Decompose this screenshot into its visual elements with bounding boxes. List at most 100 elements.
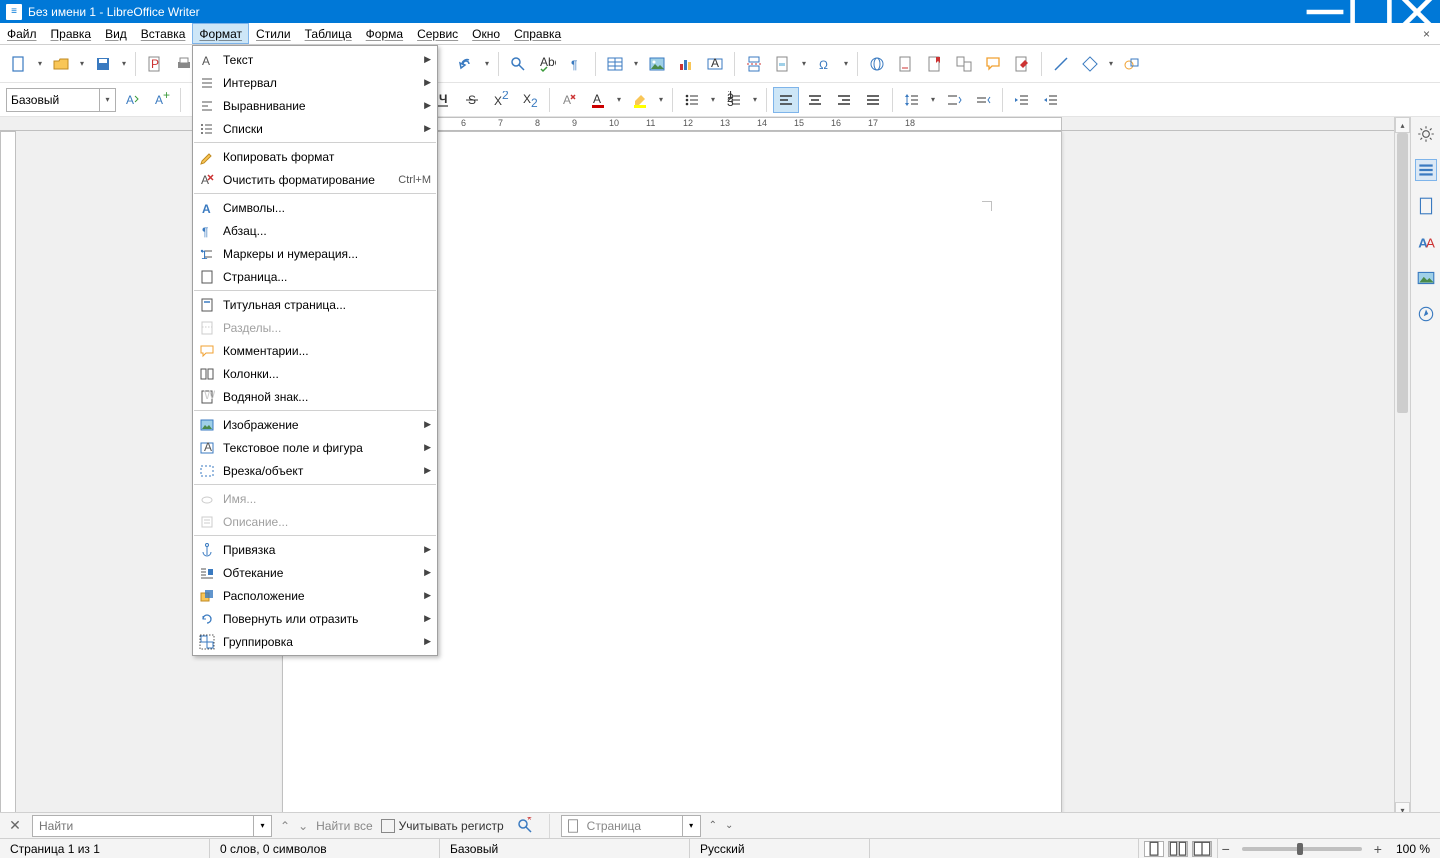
sidebar-navigator-icon[interactable]	[1415, 303, 1437, 325]
menuitem-bullets[interactable]: 1Маркеры и нумерация...	[193, 242, 437, 265]
match-case-checkbox[interactable]: Учитывать регистр	[381, 819, 504, 833]
menuitem-textbox[interactable]: AТекстовое поле и фигура▶	[193, 436, 437, 459]
status-insert[interactable]	[870, 839, 1139, 858]
page-break-icon[interactable]	[741, 51, 767, 77]
view-multi-icon[interactable]	[1168, 841, 1188, 857]
find-prev-icon[interactable]: ⌃	[280, 819, 290, 833]
decrease-indent-icon[interactable]	[1038, 87, 1064, 113]
paragraph-style-input[interactable]	[7, 89, 99, 111]
menu-окно[interactable]: Окно	[465, 23, 507, 44]
update-style-icon[interactable]: A	[119, 87, 145, 113]
table-icon[interactable]	[602, 51, 628, 77]
new-style-icon[interactable]: A+	[148, 87, 174, 113]
find-all-label[interactable]: Найти все	[316, 819, 373, 833]
menuitem-titlepage[interactable]: Титульная страница...	[193, 293, 437, 316]
scroll-thumb[interactable]	[1397, 133, 1408, 413]
status-words[interactable]: 0 слов, 0 символов	[210, 839, 440, 858]
undo-icon[interactable]	[453, 51, 479, 77]
footnote-icon[interactable]	[893, 51, 919, 77]
insert-field-icon[interactable]	[770, 51, 796, 77]
vertical-scrollbar[interactable]: ▴ ▾	[1394, 117, 1410, 818]
menuitem-arrange[interactable]: Расположение▶	[193, 584, 437, 607]
line-spacing-icon[interactable]	[899, 87, 925, 113]
menu-правка[interactable]: Правка	[44, 23, 99, 44]
insert-image-icon[interactable]	[644, 51, 670, 77]
align-center-icon[interactable]	[802, 87, 828, 113]
comment-icon[interactable]	[980, 51, 1006, 77]
decrease-spacing-icon[interactable]	[970, 87, 996, 113]
menu-формат[interactable]: Формат	[192, 23, 249, 44]
menuitem-character[interactable]: AСимволы...	[193, 196, 437, 219]
insert-chart-icon[interactable]	[673, 51, 699, 77]
sidebar-styles-icon[interactable]: AA	[1415, 231, 1437, 253]
sidebar-gallery-icon[interactable]	[1415, 267, 1437, 289]
bullet-dropdown[interactable]: ▾	[708, 95, 718, 104]
sidebar-properties-icon[interactable]	[1415, 159, 1437, 181]
navigate-input[interactable]	[581, 819, 682, 833]
number-dropdown[interactable]: ▾	[750, 95, 760, 104]
menuitem-anchor[interactable]: Привязка▶	[193, 538, 437, 561]
field-dropdown[interactable]: ▾	[799, 59, 809, 68]
find-next-icon[interactable]: ⌄	[298, 819, 308, 833]
basic-shapes-icon[interactable]	[1077, 51, 1103, 77]
new-icon[interactable]	[6, 51, 32, 77]
font-color-icon[interactable]: A	[585, 87, 611, 113]
insert-textbox-icon[interactable]: A	[702, 51, 728, 77]
draw-functions-icon[interactable]	[1119, 51, 1145, 77]
align-left-icon[interactable]	[773, 87, 799, 113]
save-dropdown[interactable]: ▾	[119, 59, 129, 68]
scroll-up-icon[interactable]: ▴	[1395, 117, 1410, 133]
menuitem-comment[interactable]: Комментарии...	[193, 339, 437, 362]
find-combo[interactable]: ▾	[32, 815, 272, 837]
view-single-icon[interactable]	[1144, 841, 1164, 857]
sidebar-page-icon[interactable]	[1415, 195, 1437, 217]
bookmark-icon[interactable]	[922, 51, 948, 77]
document-close-icon[interactable]: ×	[1413, 23, 1440, 44]
track-changes-icon[interactable]	[1009, 51, 1035, 77]
menuitem-group[interactable]: Группировка▶	[193, 630, 437, 653]
menuitem-columns[interactable]: Колонки...	[193, 362, 437, 385]
paragraph-style-combo[interactable]: ▾	[6, 88, 116, 112]
find-close-icon[interactable]: ✕	[6, 817, 24, 835]
export-pdf-icon[interactable]: P	[142, 51, 168, 77]
hyperlink-icon[interactable]	[864, 51, 890, 77]
navigate-dropdown[interactable]: ▾	[682, 816, 700, 836]
font-color-dropdown[interactable]: ▾	[614, 95, 624, 104]
menuitem-page[interactable]: Страница...	[193, 265, 437, 288]
clear-format-icon[interactable]: A	[556, 87, 582, 113]
formatting-marks-icon[interactable]: ¶	[563, 51, 589, 77]
nav-prev-icon[interactable]: ⌃	[709, 820, 717, 831]
sidebar-settings-icon[interactable]	[1415, 123, 1437, 145]
spellcheck-icon[interactable]: Abc	[534, 51, 560, 77]
menuitem-rotate[interactable]: Повернуть или отразить▶	[193, 607, 437, 630]
menuitem-spacing[interactable]: Интервал▶	[193, 71, 437, 94]
menuitem-paragraph[interactable]: ¶Абзац...	[193, 219, 437, 242]
zoom-slider[interactable]	[1242, 847, 1362, 851]
line-icon[interactable]	[1048, 51, 1074, 77]
cross-ref-icon[interactable]	[951, 51, 977, 77]
open-dropdown[interactable]: ▾	[77, 59, 87, 68]
menu-справка[interactable]: Справка	[507, 23, 568, 44]
menu-таблица[interactable]: Таблица	[298, 23, 359, 44]
menuitem-clear-format[interactable]: AОчистить форматированиеCtrl+M	[193, 168, 437, 191]
minimize-button[interactable]	[1302, 0, 1348, 23]
vertical-ruler[interactable]	[0, 131, 16, 818]
status-style[interactable]: Базовый	[440, 839, 690, 858]
align-right-icon[interactable]	[831, 87, 857, 113]
shapes-dropdown[interactable]: ▾	[1106, 59, 1116, 68]
menuitem-watermark[interactable]: WВодяной знак...	[193, 385, 437, 408]
new-dropdown[interactable]: ▾	[35, 59, 45, 68]
nav-next-icon[interactable]: ⌄	[725, 820, 733, 831]
find-icon[interactable]	[505, 51, 531, 77]
menuitem-frame[interactable]: Врезка/объект▶	[193, 459, 437, 482]
menu-сервис[interactable]: Сервис	[410, 23, 465, 44]
status-page[interactable]: Страница 1 из 1	[0, 839, 210, 858]
save-icon[interactable]	[90, 51, 116, 77]
line-spacing-dropdown[interactable]: ▾	[928, 95, 938, 104]
zoom-out-icon[interactable]: −	[1218, 841, 1234, 857]
status-zoom[interactable]: 100 %	[1386, 839, 1440, 858]
strikethrough-icon[interactable]: S	[459, 87, 485, 113]
superscript-icon[interactable]: X2	[488, 87, 514, 113]
view-book-icon[interactable]	[1192, 841, 1212, 857]
highlight-icon[interactable]	[627, 87, 653, 113]
